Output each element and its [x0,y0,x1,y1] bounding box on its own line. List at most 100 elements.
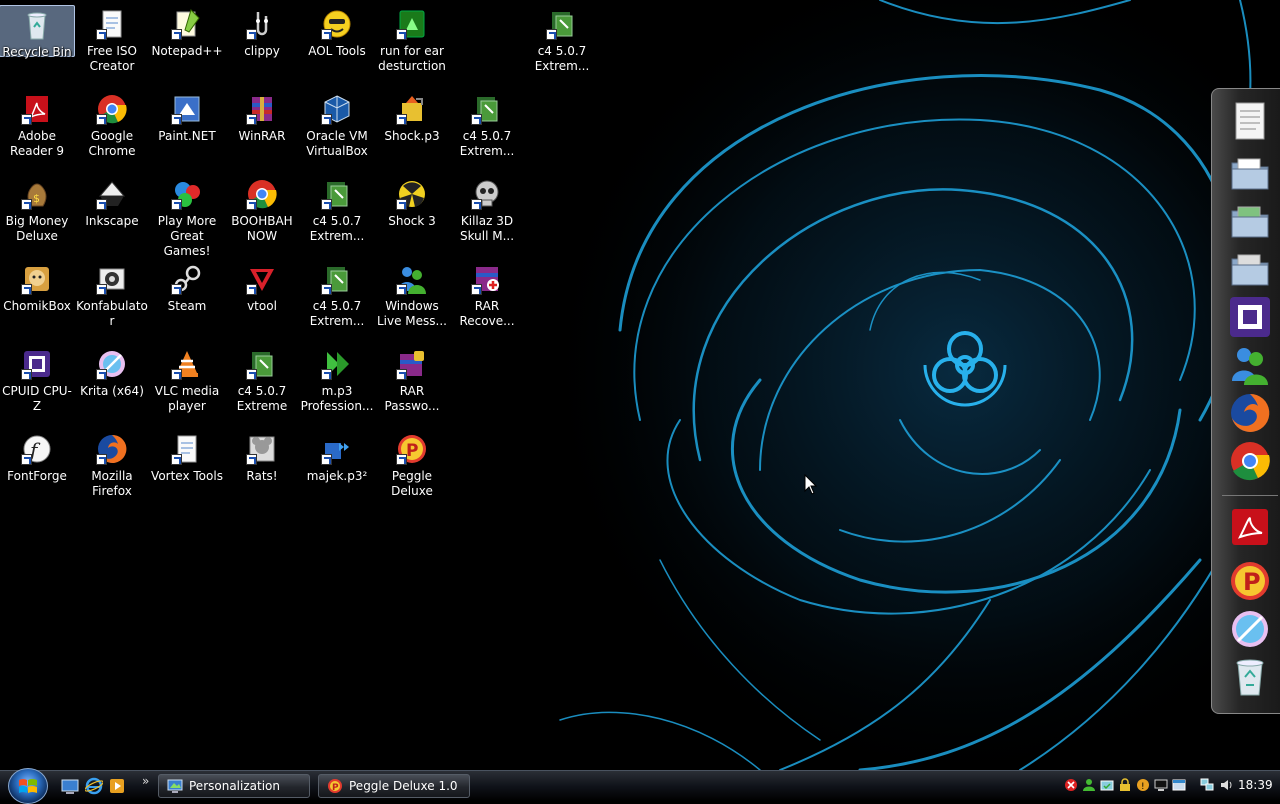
shortcut-arrow-icon [471,284,482,295]
dock-adobe-reader-icon[interactable] [1228,505,1272,549]
desktop-icon-c4-5-0-7-extrem[interactable]: c4 5.0.7 Extrem... [524,5,600,85]
quicklaunch-show-desktop-icon[interactable] [61,777,79,795]
taskbar: » Personalization P Peggle Deluxe 1.0 ! [0,768,1280,804]
desktop-icon-notepad[interactable]: Notepad++ [149,5,225,85]
mozilla-firefox-icon [96,433,128,465]
windows-logo-icon [19,779,37,793]
desktop-icon-label: RAR Recove... [459,299,515,328]
desktop-icon-killaz-3d-skull-m[interactable]: Killaz 3D Skull M... [449,175,525,255]
dock-folder-pictures-icon[interactable] [1228,199,1272,243]
desktop-icon-mozilla-firefox[interactable]: Mozilla Firefox [74,430,150,510]
quicklaunch-internet-explorer-icon[interactable] [84,777,104,795]
desktop-icon-run-for-ear-desturction[interactable]: run for ear desturction [374,5,450,85]
dock-folder-documents-icon[interactable] [1228,151,1272,195]
desktop-icon-label: AOL Tools [308,44,366,58]
taskbar-button-label: Peggle Deluxe 1.0 [349,779,458,793]
desktop-icon-label: VLC media player [154,384,220,413]
desktop-icon-recycle-bin[interactable]: Recycle Bin [0,5,75,59]
quicklaunch-more-button[interactable]: » [142,774,149,788]
desktop-icon-oracle-vm-virtualbox[interactable]: Oracle VM VirtualBox [299,90,375,170]
desktop-icon-big-money-deluxe[interactable]: $ Big Money Deluxe [0,175,75,255]
shortcut-arrow-icon [171,114,182,125]
desktop-icon-inkscape[interactable]: Inkscape [74,175,150,255]
desktop-icon-rar-recove[interactable]: RAR Recove... [449,260,525,340]
quicklaunch-media-player-icon[interactable] [108,777,126,795]
dock-notepad-icon[interactable] [1228,99,1272,143]
vlc-media-player-icon [171,348,203,380]
desktop-icon-paint-net[interactable]: Paint.NET [149,90,225,170]
desktop-icon-krita-x64[interactable]: Krita (x64) [74,345,150,425]
dock-krita-icon[interactable] [1228,607,1272,651]
desktop-icon-free-iso-creator[interactable]: Free ISO Creator [74,5,150,85]
majek-p3-icon [321,433,353,465]
taskbar-button-peggle-deluxe[interactable]: P Peggle Deluxe 1.0 [318,774,470,798]
paint-net-icon [171,93,203,125]
desktop-icon-label: vtool [247,299,277,313]
shortcut-arrow-icon [171,199,182,210]
taskbar-button-label: Personalization [189,779,280,793]
shortcut-arrow-icon [546,29,557,40]
desktop-icon-adobe-reader-9[interactable]: Adobe Reader 9 [0,90,75,170]
desktop-icon-label: Paint.NET [158,129,216,143]
desktop-icon-peggle-deluxe[interactable]: P Peggle Deluxe [374,430,450,510]
desktop-icon-winrar[interactable]: WinRAR [224,90,300,170]
dock-chrome-icon[interactable] [1228,439,1272,483]
desktop-icon-majek-p3[interactable]: majek.p3² [299,430,375,510]
desktop-icon-label: Big Money Deluxe [5,214,69,243]
desktop-icon-play-more-great-games[interactable]: Play More Great Games! [149,175,225,258]
desktop-icon-konfabulator[interactable]: Konfabulator [74,260,150,340]
desktop-icon-rar-passwo[interactable]: RAR Passwo... [374,345,450,425]
desktop-icon-vortex-tools[interactable]: Vortex Tools [149,430,225,510]
desktop-icon-m-p3-profession[interactable]: m.p3 Profession... [299,345,375,425]
desktop-icon-vtool[interactable]: vtool [224,260,300,340]
dock-peggle-icon[interactable]: P [1228,559,1272,603]
desktop-icon-windows-live-mess[interactable]: Windows Live Mess... [374,260,450,340]
desktop-icon-c4-5-0-7-extrem[interactable]: c4 5.0.7 Extrem... [299,175,375,255]
m-p3-profession-icon [321,348,353,380]
c4-5-0-7-extreme-icon [246,348,278,380]
desktop-icon-label: majek.p3² [306,469,368,483]
dock-separator [1222,495,1278,496]
tray-volume-icon[interactable] [1220,778,1234,792]
shortcut-arrow-icon [96,369,107,380]
dock-messenger-icon[interactable] [1228,343,1272,387]
desktop-icon-label: FontForge [7,469,67,483]
dock-cpu-z-icon[interactable] [1228,295,1272,339]
desktop-icon-cpuid-cpu-z[interactable]: CPUID CPU-Z [0,345,75,425]
desktop-icon-shock-p3[interactable]: Shock.p3 [374,90,450,170]
taskbar-clock[interactable]: 18:39 [1238,778,1273,792]
shortcut-arrow-icon [321,114,332,125]
desktop-icon-c4-5-0-7-extrem[interactable]: c4 5.0.7 Extrem... [449,90,525,170]
tray-network-icon[interactable] [1200,778,1214,792]
desktop-icon-fontforge[interactable]: f FontForge [0,430,75,510]
shortcut-arrow-icon [246,369,257,380]
svg-text:!: ! [1141,782,1145,792]
desktop-icon-label: c4 5.0.7 Extrem... [459,129,515,158]
dock-recycle-bin-icon[interactable] [1228,655,1272,699]
desktop-icon-c4-5-0-7-extreme[interactable]: c4 5.0.7 Extreme [224,345,300,425]
start-button[interactable] [8,768,48,804]
tray-window-icon[interactable] [1172,778,1186,792]
desktop-icon-chomikbox[interactable]: ChomikBox [0,260,75,340]
desktop-icon-google-chrome[interactable]: Google Chrome [74,90,150,170]
taskbar-button-personalization[interactable]: Personalization [158,774,310,798]
desktop-icon-vlc-media-player[interactable]: VLC media player [149,345,225,425]
desktop-icon-aol-tools[interactable]: AOL Tools [299,5,375,85]
tray-monitor-icon[interactable] [1154,778,1168,792]
dock-firefox-icon[interactable] [1228,391,1272,435]
tray-error-icon[interactable] [1064,778,1078,792]
tray-warning-icon[interactable]: ! [1136,778,1150,792]
desktop-icon-shock-3[interactable]: Shock 3 [374,175,450,255]
desktop-icon-boohbah-now[interactable]: BOOHBAH NOW [224,175,300,255]
desktop-icon-steam[interactable]: Steam [149,260,225,340]
tray-update-icon[interactable] [1100,778,1114,792]
desktop-icon-label: Free ISO Creator [87,44,137,73]
dock-folder-music-icon[interactable] [1228,247,1272,291]
desktop-icon-clippy[interactable]: clippy [224,5,300,85]
boohbah-now-icon [246,178,278,210]
tray-security-icon[interactable] [1118,778,1132,792]
desktop-icon-rats[interactable]: Rats! [224,430,300,510]
steam-icon [171,263,203,295]
desktop-icon-c4-5-0-7-extrem[interactable]: c4 5.0.7 Extrem... [299,260,375,340]
tray-user-icon[interactable] [1082,778,1096,792]
